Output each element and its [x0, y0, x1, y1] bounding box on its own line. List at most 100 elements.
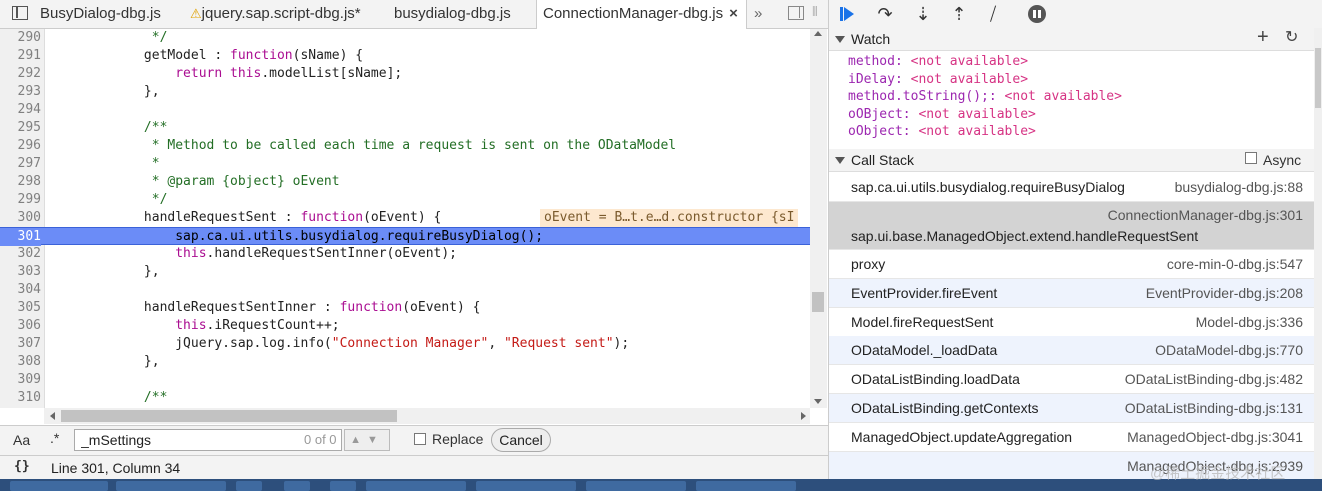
code-line[interactable]: 299 */ — [0, 191, 810, 209]
scroll-up-icon[interactable] — [814, 31, 822, 36]
line-number[interactable]: 305 — [0, 299, 41, 317]
watch-item[interactable]: oObject: <not available> — [848, 123, 1036, 141]
line-number[interactable]: 303 — [0, 263, 41, 281]
frame-location-link[interactable]: core-min-0-dbg.js:547 — [1167, 256, 1303, 272]
resume-button[interactable] — [837, 3, 861, 25]
tab-busydialog-lower[interactable]: busydialog-dbg.js — [394, 0, 511, 28]
code-line[interactable]: 304 — [0, 281, 810, 299]
line-number[interactable]: 301 — [0, 228, 41, 246]
tab-jquery-sap-script[interactable]: ⚠jquery.sap.script-dbg.js* — [190, 0, 361, 28]
frame-location-link[interactable]: EventProvider-dbg.js:208 — [1146, 285, 1303, 301]
more-tabs-icon[interactable]: » — [754, 0, 762, 28]
step-over-button[interactable]: ↷ — [873, 3, 897, 25]
pretty-print-button[interactable]: {} — [14, 459, 30, 474]
tab-connectionmanager[interactable]: ConnectionManager-dbg.js × — [536, 0, 747, 29]
step-out-button[interactable]: ⇡ — [947, 3, 971, 25]
watch-item[interactable]: method.toString();: <not available> — [848, 88, 1122, 106]
line-number[interactable]: 308 — [0, 353, 41, 371]
code-line[interactable]: 298 * @param {object} oEvent — [0, 173, 810, 191]
refresh-icon[interactable]: ↻ — [1285, 27, 1298, 49]
call-stack-frame[interactable]: ODataModel._loadData ODataModel-dbg.js:77… — [829, 336, 1314, 365]
line-number[interactable]: 306 — [0, 317, 41, 335]
taskbar-item[interactable] — [366, 481, 466, 491]
scroll-thumb[interactable] — [812, 292, 824, 312]
line-number[interactable]: 304 — [0, 281, 41, 299]
taskbar-item[interactable] — [116, 481, 226, 491]
code-line[interactable]: 305 handleRequestSentInner : function(oE… — [0, 299, 810, 317]
line-number[interactable]: 290 — [0, 29, 41, 47]
taskbar-item[interactable] — [586, 481, 686, 491]
frame-location-link[interactable]: busydialog-dbg.js:88 — [1175, 179, 1303, 195]
call-stack-frame[interactable]: ManagedObject.updateAggregation ManagedOb… — [829, 423, 1314, 452]
taskbar-item[interactable] — [330, 481, 356, 491]
code-line[interactable]: 306 this.iRequestCount++; — [0, 317, 810, 335]
line-number[interactable]: 311 — [0, 407, 41, 408]
editor-horizontal-scrollbar[interactable] — [44, 408, 810, 424]
step-into-button[interactable]: ⇣ — [911, 3, 935, 25]
regex-toggle[interactable]: .* — [50, 430, 59, 446]
code-line[interactable]: 296 * Method to be called each time a re… — [0, 137, 810, 155]
frame-location-link[interactable]: Model-dbg.js:336 — [1196, 314, 1303, 330]
watch-item[interactable]: method: <not available> — [848, 53, 1028, 71]
line-number[interactable]: 296 — [0, 137, 41, 155]
scroll-down-icon[interactable] — [814, 399, 822, 404]
taskbar-item[interactable] — [284, 481, 310, 491]
search-input[interactable] — [74, 429, 342, 451]
scroll-left-icon[interactable] — [50, 412, 55, 420]
code-line[interactable]: 300 handleRequestSent : function(oEvent)… — [0, 209, 810, 227]
code-line[interactable]: 290 */ — [0, 29, 810, 47]
cancel-button[interactable]: Cancel — [491, 428, 551, 452]
line-number[interactable]: 309 — [0, 371, 41, 389]
line-number[interactable]: 310 — [0, 389, 41, 407]
code-line[interactable]: 310 /** — [0, 389, 810, 407]
taskbar-item[interactable] — [236, 481, 262, 491]
inline-variable-value[interactable]: oEvent = B…t.e…d.constructor {sI — [540, 209, 799, 227]
line-number[interactable]: 299 — [0, 191, 41, 209]
frame-location-link[interactable]: ODataListBinding-dbg.js:482 — [1125, 371, 1303, 387]
code-line[interactable]: 309 — [0, 371, 810, 389]
code-line[interactable]: 291 getModel : function(sName) { — [0, 47, 810, 65]
line-number[interactable]: 300 — [0, 209, 41, 227]
code-view[interactable]: 290 */291 getModel : function(sName) {29… — [0, 29, 810, 408]
call-stack-frame[interactable]: EventProvider.fireEvent EventProvider-dbg… — [829, 279, 1314, 308]
taskbar-item[interactable] — [476, 481, 576, 491]
code-line[interactable]: 294 — [0, 101, 810, 119]
watch-item[interactable]: iDelay: <not available> — [848, 71, 1028, 89]
match-case-toggle[interactable]: Aa — [13, 432, 30, 448]
code-line[interactable]: 293 }, — [0, 83, 810, 101]
taskbar-item[interactable] — [10, 481, 108, 491]
line-number[interactable]: 302 — [0, 245, 41, 263]
pause-on-exceptions-button[interactable] — [1025, 3, 1049, 25]
navigator-toggle-icon[interactable] — [12, 6, 28, 20]
line-number[interactable]: 297 — [0, 155, 41, 173]
code-line[interactable]: 303 }, — [0, 263, 810, 281]
line-number[interactable]: 293 — [0, 83, 41, 101]
line-number[interactable]: 295 — [0, 119, 41, 137]
call-stack-frame[interactable]: Model.fireRequestSent Model-dbg.js:336 — [829, 308, 1314, 337]
frame-location-link[interactable]: ConnectionManager-dbg.js:301 — [1108, 207, 1303, 223]
frame-location-link[interactable]: ODataModel-dbg.js:770 — [1155, 342, 1303, 358]
scroll-right-icon[interactable] — [801, 412, 806, 420]
add-watch-icon[interactable]: + — [1257, 26, 1269, 48]
code-line[interactable]: 302 this.handleRequestSentInner(oEvent); — [0, 245, 810, 263]
frame-location-link[interactable]: ODataListBinding-dbg.js:131 — [1125, 400, 1303, 416]
callstack-section-header[interactable]: Call Stack Async — [829, 149, 1314, 172]
scroll-thumb[interactable] — [61, 410, 397, 422]
code-line[interactable]: 308 }, — [0, 353, 810, 371]
close-icon[interactable]: × — [729, 5, 738, 22]
code-line[interactable]: 307 jQuery.sap.log.info("Connection Mana… — [0, 335, 810, 353]
sidebar-scrollbar[interactable] — [1314, 28, 1322, 479]
call-stack-frame[interactable]: ODataListBinding.getContexts ODataListBin… — [829, 394, 1314, 423]
call-stack-frame[interactable]: proxy core-min-0-dbg.js:547 — [829, 250, 1314, 279]
code-line[interactable]: 295 /** — [0, 119, 810, 137]
editor-vertical-scrollbar[interactable] — [810, 29, 827, 408]
call-stack-frame[interactable]: sap.ui.base.ManagedObject.extend.handleR… — [829, 202, 1314, 250]
match-navigation-buttons[interactable]: ▲▼ — [344, 429, 390, 451]
line-number[interactable]: 298 — [0, 173, 41, 191]
tab-busydialog[interactable]: BusyDialog-dbg.js — [40, 0, 161, 28]
taskbar-item[interactable] — [696, 481, 796, 491]
current-execution-line[interactable]: 301 sap.ca.ui.utils.busydialog.requireBu… — [0, 227, 810, 246]
code-line[interactable]: 297 * — [0, 155, 810, 173]
line-number[interactable]: 307 — [0, 335, 41, 353]
scroll-thumb[interactable] — [1315, 48, 1321, 108]
